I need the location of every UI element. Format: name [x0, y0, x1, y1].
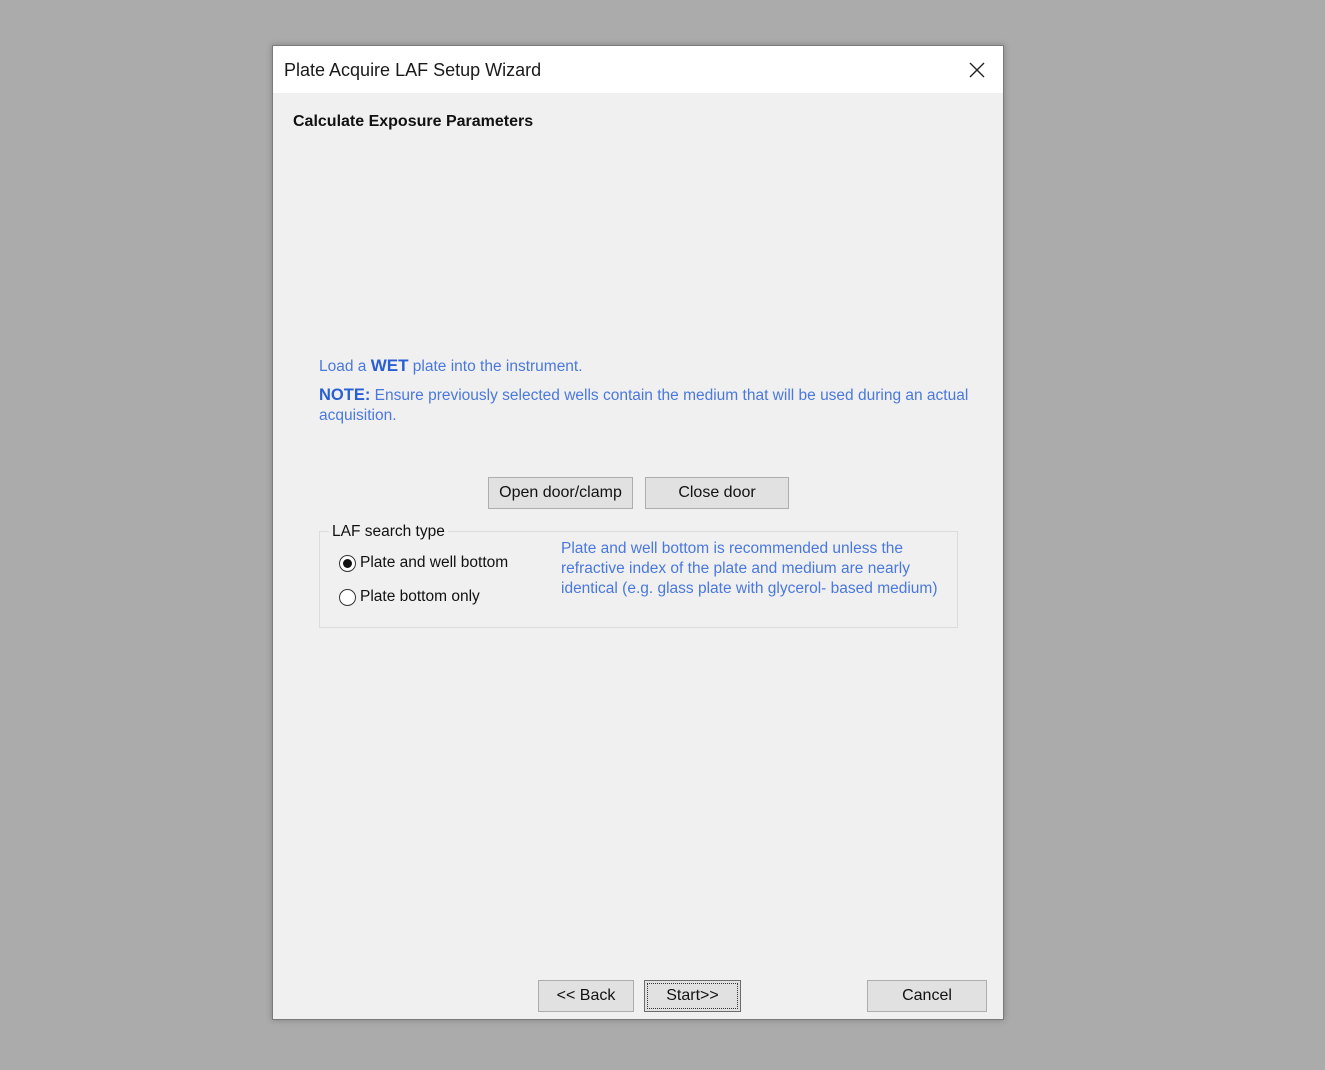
close-button[interactable] — [951, 46, 1003, 93]
radio-label: Plate bottom only — [360, 588, 480, 605]
note-label: NOTE: — [319, 386, 371, 404]
cancel-button[interactable]: Cancel — [867, 980, 987, 1012]
load-plate-instruction: Load a WET plate into the instrument. — [319, 356, 583, 376]
open-door-clamp-button[interactable]: Open door/clamp — [488, 477, 633, 509]
note-instruction: NOTE: Ensure previously selected wells c… — [319, 385, 969, 426]
laf-search-hint: Plate and well bottom is recommended unl… — [561, 540, 938, 597]
load-prefix: Load a — [319, 358, 371, 375]
note-text: Ensure previously selected wells contain… — [319, 387, 969, 424]
load-emphasis: WET — [370, 356, 409, 375]
laf-search-type-legend: LAF search type — [329, 523, 448, 541]
title-bar: Plate Acquire LAF Setup Wizard — [273, 46, 1003, 93]
radio-plate-bottom-only[interactable]: Plate bottom only — [339, 588, 480, 606]
radio-button-selected[interactable] — [339, 554, 356, 572]
radio-button-unselected[interactable] — [339, 588, 356, 606]
radio-label: Plate and well bottom — [360, 554, 509, 571]
close-door-button[interactable]: Close door — [645, 477, 789, 509]
radio-plate-and-well-bottom[interactable]: Plate and well bottom — [339, 554, 508, 572]
radio-dot — [343, 558, 352, 568]
page-title: Calculate Exposure Parameters — [293, 113, 534, 130]
wizard-window: Plate Acquire LAF Setup Wizard Calculate… — [272, 45, 1004, 1020]
load-suffix: plate into the instrument. — [408, 358, 583, 375]
back-button[interactable]: << Back — [538, 980, 634, 1012]
window-title: Plate Acquire LAF Setup Wizard — [284, 60, 542, 80]
start-button[interactable]: Start>> — [644, 980, 741, 1012]
close-icon — [969, 62, 985, 77]
